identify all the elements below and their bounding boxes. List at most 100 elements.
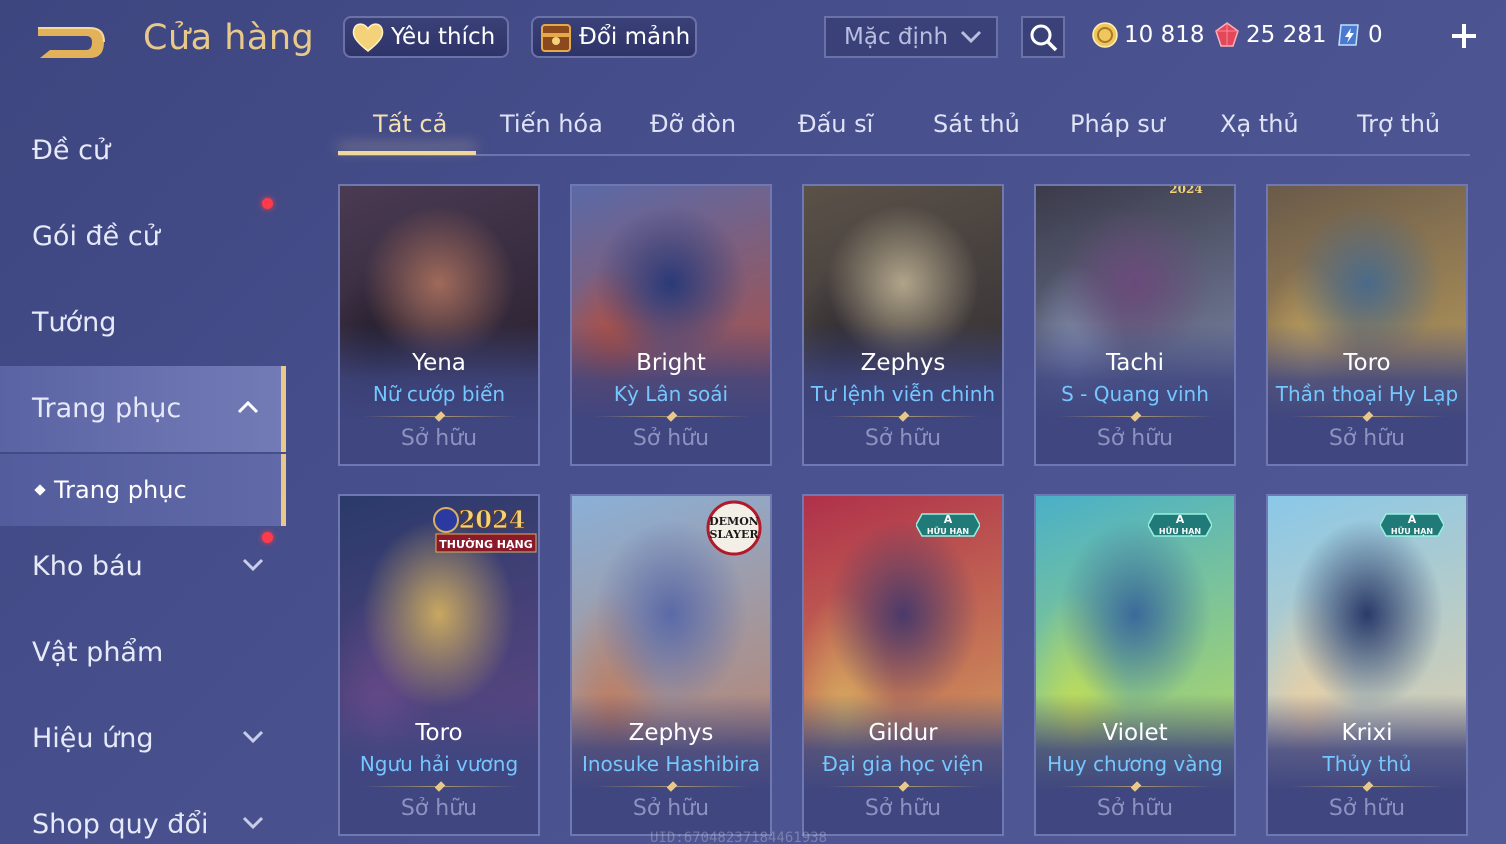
heart-icon	[352, 23, 384, 52]
svg-text:THƯỜNG HẠNG: THƯỜNG HẠNG	[439, 538, 533, 551]
sidebar-item-heroes[interactable]: Tướng	[0, 280, 286, 366]
skin-name: Thủy thủ	[1322, 752, 1412, 776]
svg-text:HỮU HẠN: HỮU HẠN	[1159, 525, 1201, 536]
hero-name: Violet	[1102, 720, 1168, 746]
skin-name: Thần thoại Hy Lạp	[1275, 382, 1459, 406]
sidebar-item-items[interactable]: Vật phẩm	[0, 610, 286, 696]
rank-season-badge-icon: 2024 THƯỜNG HẠNG	[433, 505, 537, 553]
back-button[interactable]	[30, 20, 110, 64]
hero-name: Bright	[636, 350, 706, 376]
tab-all[interactable]: Tất cả	[373, 110, 447, 138]
tab-assassin[interactable]: Sát thủ	[933, 110, 1020, 138]
divider	[362, 786, 518, 787]
tab-support[interactable]: Trợ thủ	[1357, 110, 1440, 138]
hero-name: Toro	[1343, 350, 1391, 376]
owned-status: Sở hữu	[864, 426, 942, 451]
owned-status: Sở hữu	[632, 796, 710, 821]
shard-exchange-button[interactable]: Đổi mảnh	[531, 16, 697, 58]
voucher-icon	[1338, 24, 1359, 46]
treasure-chest-icon	[541, 24, 571, 52]
tab-evolution[interactable]: Tiến hóa	[500, 110, 603, 138]
chevron-down-icon	[242, 558, 264, 572]
sidebar: Đề cử Gói đề cử Tướng Trang phục Trang p…	[0, 100, 286, 844]
svg-text:2024: 2024	[459, 505, 526, 534]
top-up-button[interactable]	[1446, 18, 1482, 54]
tab-marksman[interactable]: Xạ thủ	[1220, 110, 1299, 138]
divider	[1058, 786, 1214, 787]
voucher-balance: 0	[1336, 18, 1383, 52]
skin-name: Nữ cướp biển	[372, 382, 506, 406]
search-button[interactable]	[1021, 16, 1065, 58]
tab-tank[interactable]: Đỡ đòn	[650, 110, 736, 138]
sidebar-item-effects[interactable]: Hiệu ứng	[0, 696, 286, 782]
sidebar-item-label: Hiệu ứng	[32, 723, 154, 754]
skin-card[interactable]: A HỮU HẠN Violet Huy chương vàng Sở hữu	[1034, 494, 1236, 836]
skin-name: Tư lệnh viễn chinh	[810, 382, 996, 406]
search-icon	[1030, 24, 1058, 52]
sort-value: Mặc định	[844, 24, 949, 50]
sidebar-subitem-skins[interactable]: Trang phục	[0, 454, 286, 526]
limited-badge-icon: A HỮU HẠN	[1148, 513, 1212, 537]
tab-mage[interactable]: Pháp sư	[1070, 110, 1165, 138]
sidebar-item-label: Kho báu	[32, 551, 143, 582]
sidebar-subitem-label: Trang phục	[54, 476, 187, 504]
skin-card[interactable]: Toro Thần thoại Hy Lạp Sở hữu	[1266, 184, 1468, 466]
divider	[1058, 416, 1214, 417]
top-bar: Cửa hàng Yêu thích Đổi mảnh Mặc định 10 …	[0, 0, 1506, 80]
favorites-button[interactable]: Yêu thích	[343, 16, 509, 58]
hero-name: Toro	[415, 720, 463, 746]
hero-name: Krixi	[1341, 720, 1393, 746]
sidebar-item-recommended[interactable]: Đề cử	[0, 108, 286, 194]
owned-status: Sở hữu	[1328, 426, 1406, 451]
owned-status: Sở hữu	[1328, 796, 1406, 821]
chevron-down-icon	[960, 30, 982, 44]
divider	[362, 416, 518, 417]
collab-logo-icon: DEMON SLAYER	[706, 500, 762, 556]
svg-text:2024: 2024	[1169, 184, 1202, 196]
gold-coin-icon	[1092, 22, 1118, 48]
skin-card[interactable]: 2024 Tachi S - Quang vinh Sở hữu	[1034, 184, 1236, 466]
skin-name: S - Quang vinh	[1061, 382, 1209, 406]
skin-grid: Yena Nữ cướp biển Sở hữu Bright Kỳ Lân s…	[338, 184, 1470, 844]
owned-status: Sở hữu	[400, 796, 478, 821]
ruby-value: 25 281	[1246, 22, 1327, 48]
tab-fighter[interactable]: Đấu sĩ	[798, 110, 873, 138]
limited-badge-icon: A HỮU HẠN	[1380, 513, 1444, 537]
svg-text:A: A	[944, 513, 953, 526]
skin-card[interactable]: Bright Kỳ Lân soái Sở hữu	[570, 184, 772, 466]
svg-text:A: A	[1408, 513, 1417, 526]
divider	[1290, 416, 1446, 417]
owned-status: Sở hữu	[864, 796, 942, 821]
plus-icon	[1452, 24, 1476, 48]
owned-status: Sở hữu	[400, 426, 478, 451]
skin-card[interactable]: Yena Nữ cướp biển Sở hữu	[338, 184, 540, 466]
divider	[826, 786, 982, 787]
sidebar-item-exchange-shop[interactable]: Shop quy đổi	[0, 782, 286, 844]
svg-text:HỮU HẠN: HỮU HẠN	[927, 525, 969, 536]
skin-card[interactable]: 2024 THƯỜNG HẠNG Toro Ngưu hải vương Sở …	[338, 494, 540, 836]
sidebar-item-treasure[interactable]: Kho báu	[0, 524, 286, 610]
active-tab-indicator	[338, 151, 476, 155]
shard-exchange-label: Đổi mảnh	[579, 24, 691, 50]
sidebar-item-bundles[interactable]: Gói đề cử	[0, 194, 286, 280]
sidebar-item-skins[interactable]: Trang phục	[0, 366, 286, 452]
skin-name: Ngưu hải vương	[359, 752, 519, 776]
user-id-watermark: UID:67048237184461938	[650, 830, 828, 844]
skin-name: Đại gia học viện	[822, 752, 984, 776]
skin-card[interactable]: A HỮU HẠN Krixi Thủy thủ Sở hữu	[1266, 494, 1468, 836]
ruby-balance: 25 281	[1214, 18, 1326, 52]
gold-value: 10 818	[1124, 22, 1205, 48]
owned-status: Sở hữu	[1096, 796, 1174, 821]
skin-card[interactable]: Zephys Tư lệnh viễn chinh Sở hữu	[802, 184, 1004, 466]
category-tabs: Tất cả Tiến hóa Đỡ đòn Đấu sĩ Sát thủ Ph…	[338, 100, 1470, 156]
bullet-icon	[34, 484, 46, 496]
gold-balance: 10 818	[1092, 18, 1204, 52]
svg-text:DEMON: DEMON	[709, 515, 759, 528]
skin-card[interactable]: DEMON SLAYER Zephys Inosuke Hashibira Sở…	[570, 494, 772, 836]
svg-text:A: A	[1176, 513, 1185, 526]
chevron-down-icon	[242, 730, 264, 744]
sort-dropdown[interactable]: Mặc định	[824, 16, 998, 58]
skin-card[interactable]: A HỮU HẠN Gildur Đại gia học viện Sở hữu	[802, 494, 1004, 836]
back-arrow-icon	[38, 27, 105, 58]
owned-status: Sở hữu	[632, 426, 710, 451]
